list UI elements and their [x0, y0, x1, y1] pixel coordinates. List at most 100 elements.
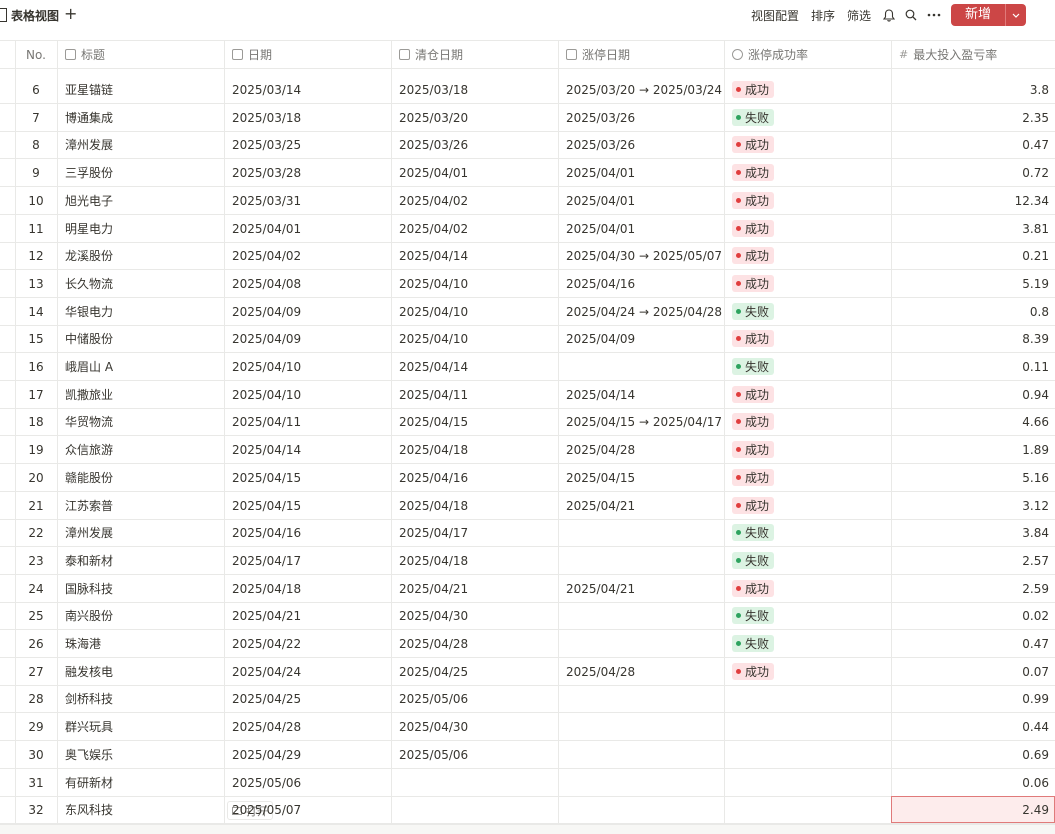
cell-no[interactable]: 11 [15, 215, 57, 242]
cell-close-date[interactable]: 2025/04/18 [391, 492, 558, 519]
cell-title[interactable]: 剑桥科技 [57, 685, 224, 712]
table-row[interactable]: 22 漳州发展 2025/04/16 2025/04/17 失败 3.84 [0, 519, 1055, 547]
cell-max-ratio[interactable]: 0.44 [891, 713, 1055, 740]
cell-max-ratio[interactable]: 3.8 [891, 76, 1055, 103]
table-row[interactable]: 19 众信旅游 2025/04/14 2025/04/18 2025/04/28 成功 1.… [0, 436, 1055, 464]
cell-limit-date[interactable] [558, 353, 724, 380]
cell-max-ratio[interactable]: 0.94 [891, 381, 1055, 408]
cell-rate[interactable]: 成功 [724, 242, 891, 269]
cell-title[interactable]: 峨眉山 A [57, 353, 224, 380]
table-row[interactable]: 13 长久物流 2025/04/08 2025/04/10 2025/04/16 成功 5.… [0, 270, 1055, 298]
cell-no[interactable]: 19 [15, 436, 57, 463]
cell-date[interactable]: 2025/04/10 [224, 381, 391, 408]
cell-close-date[interactable]: 2025/04/14 [391, 353, 558, 380]
view-config-button[interactable]: 视图配置 [751, 7, 799, 24]
cell-limit-date[interactable] [558, 602, 724, 629]
cell-no[interactable]: 10 [15, 187, 57, 214]
cell-max-ratio[interactable]: 12.34 [891, 187, 1055, 214]
new-dropdown-button[interactable] [1005, 4, 1026, 26]
cell-title[interactable]: 珠海港 [57, 630, 224, 657]
table-row[interactable]: 20 赣能股份 2025/04/15 2025/04/16 2025/04/15 成功 5.… [0, 464, 1055, 492]
cell-title[interactable]: 有研新材 [57, 769, 224, 796]
cell-close-date[interactable]: 2025/04/02 [391, 215, 558, 242]
cell-limit-date[interactable]: 2025/04/28 [558, 436, 724, 463]
cell-rate[interactable]: 成功 [724, 215, 891, 242]
cell-max-ratio[interactable]: 3.81 [891, 215, 1055, 242]
cell-limit-date[interactable]: 2025/04/28 [558, 658, 724, 685]
cell-max-ratio[interactable]: 3.12 [891, 492, 1055, 519]
cell-date[interactable]: 2025/03/14 [224, 76, 391, 103]
cell-no[interactable]: 24 [15, 575, 57, 602]
cell-title[interactable]: 东风科技 打开 [57, 796, 273, 823]
cell-rate[interactable]: 失败 [724, 104, 891, 131]
cell-limit-date[interactable] [558, 796, 724, 823]
cell-date[interactable]: 2025/04/14 [224, 436, 391, 463]
cell-rate[interactable] [724, 685, 891, 712]
cell-no[interactable]: 29 [15, 713, 57, 740]
cell-title[interactable]: 长久物流 [57, 270, 224, 297]
cell-close-date[interactable]: 2025/04/11 [391, 381, 558, 408]
cell-rate[interactable]: 成功 [724, 464, 891, 491]
cell-title[interactable]: 明星电力 [57, 215, 224, 242]
table-row[interactable]: 26 珠海港 2025/04/22 2025/04/28 失败 0.47 [0, 630, 1055, 658]
cell-max-ratio[interactable]: 5.19 [891, 270, 1055, 297]
cell-max-ratio[interactable]: 0.47 [891, 131, 1055, 158]
cell-limit-date[interactable]: 2025/04/01 [558, 215, 724, 242]
cell-close-date[interactable]: 2025/03/20 [391, 104, 558, 131]
cell-title[interactable]: 旭光电子 [57, 187, 224, 214]
cell-title[interactable]: 华贸物流 [57, 408, 224, 435]
cell-limit-date[interactable]: 2025/03/26 [558, 104, 724, 131]
more-icon[interactable] [927, 13, 941, 17]
cell-max-ratio[interactable]: 3.84 [891, 519, 1055, 546]
sort-button[interactable]: 排序 [811, 7, 835, 24]
cell-title[interactable]: 众信旅游 [57, 436, 224, 463]
table-row[interactable]: 12 龙溪股份 2025/04/02 2025/04/14 2025/04/30 → 2… [0, 242, 1055, 270]
cell-close-date[interactable]: 2025/03/18 [391, 76, 558, 103]
table-row[interactable]: 24 国脉科技 2025/04/18 2025/04/21 2025/04/21 成功 2.… [0, 575, 1055, 603]
cell-date[interactable]: 2025/04/09 [224, 325, 391, 352]
cell-no[interactable]: 12 [15, 242, 57, 269]
cell-date[interactable]: 2025/03/18 [224, 104, 391, 131]
cell-max-ratio[interactable]: 2.57 [891, 547, 1055, 574]
cell-limit-date[interactable]: 2025/04/01 [558, 187, 724, 214]
table-row[interactable]: 30 奥飞娱乐 2025/04/29 2025/05/06 0.69 [0, 741, 1055, 769]
cell-title[interactable]: 三孚股份 [57, 159, 224, 186]
cell-rate[interactable]: 失败 [724, 602, 891, 629]
column-header-max-ratio[interactable]: # 最大投入盈亏率 [891, 41, 1055, 68]
table-row[interactable]: 7 博通集成 2025/03/18 2025/03/20 2025/03/26 失败 2.3… [0, 104, 1055, 132]
cell-title[interactable]: 国脉科技 [57, 575, 224, 602]
cell-title[interactable]: 中储股份 [57, 325, 224, 352]
cell-title[interactable]: 融发核电 [57, 658, 224, 685]
cell-rate[interactable]: 成功 [724, 270, 891, 297]
cell-rate[interactable]: 失败 [724, 298, 891, 325]
cell-date[interactable]: 2025/04/24 [224, 658, 391, 685]
cell-no[interactable]: 25 [15, 602, 57, 629]
table-row[interactable]: 23 泰和新材 2025/04/17 2025/04/18 失败 2.57 [0, 547, 1055, 575]
filter-button[interactable]: 筛选 [847, 7, 871, 24]
cell-title[interactable]: 江苏索普 [57, 492, 224, 519]
cell-rate[interactable]: 成功 [724, 658, 891, 685]
cell-max-ratio[interactable]: 1.89 [891, 436, 1055, 463]
table-row[interactable]: 8 漳州发展 2025/03/25 2025/03/26 2025/03/26 成功 0.4… [0, 131, 1055, 159]
cell-max-ratio[interactable]: 0.11 [891, 353, 1055, 380]
cell-title[interactable]: 南兴股份 [57, 602, 224, 629]
cell-max-ratio[interactable]: 0.72 [891, 159, 1055, 186]
cell-max-ratio[interactable]: 5.16 [891, 464, 1055, 491]
cell-close-date[interactable]: 2025/04/28 [391, 630, 558, 657]
cell-no[interactable]: 23 [15, 547, 57, 574]
cell-title[interactable]: 漳州发展 [57, 131, 224, 158]
cell-date[interactable]: 2025/04/01 [224, 215, 391, 242]
cell-date[interactable]: 2025/03/31 [224, 187, 391, 214]
cell-limit-date[interactable]: 2025/04/15 [558, 464, 724, 491]
cell-no[interactable]: 32 [15, 796, 57, 823]
cell-max-ratio[interactable]: 8.39 [891, 325, 1055, 352]
cell-close-date[interactable]: 2025/03/26 [391, 131, 558, 158]
cell-limit-date[interactable] [558, 769, 724, 796]
cell-rate[interactable]: 成功 [724, 436, 891, 463]
cell-limit-date[interactable] [558, 741, 724, 768]
cell-no[interactable]: 14 [15, 298, 57, 325]
cell-limit-date[interactable]: 2025/04/21 [558, 575, 724, 602]
cell-close-date[interactable]: 2025/04/02 [391, 187, 558, 214]
cell-max-ratio[interactable]: 0.21 [891, 242, 1055, 269]
cell-max-ratio[interactable]: 0.47 [891, 630, 1055, 657]
